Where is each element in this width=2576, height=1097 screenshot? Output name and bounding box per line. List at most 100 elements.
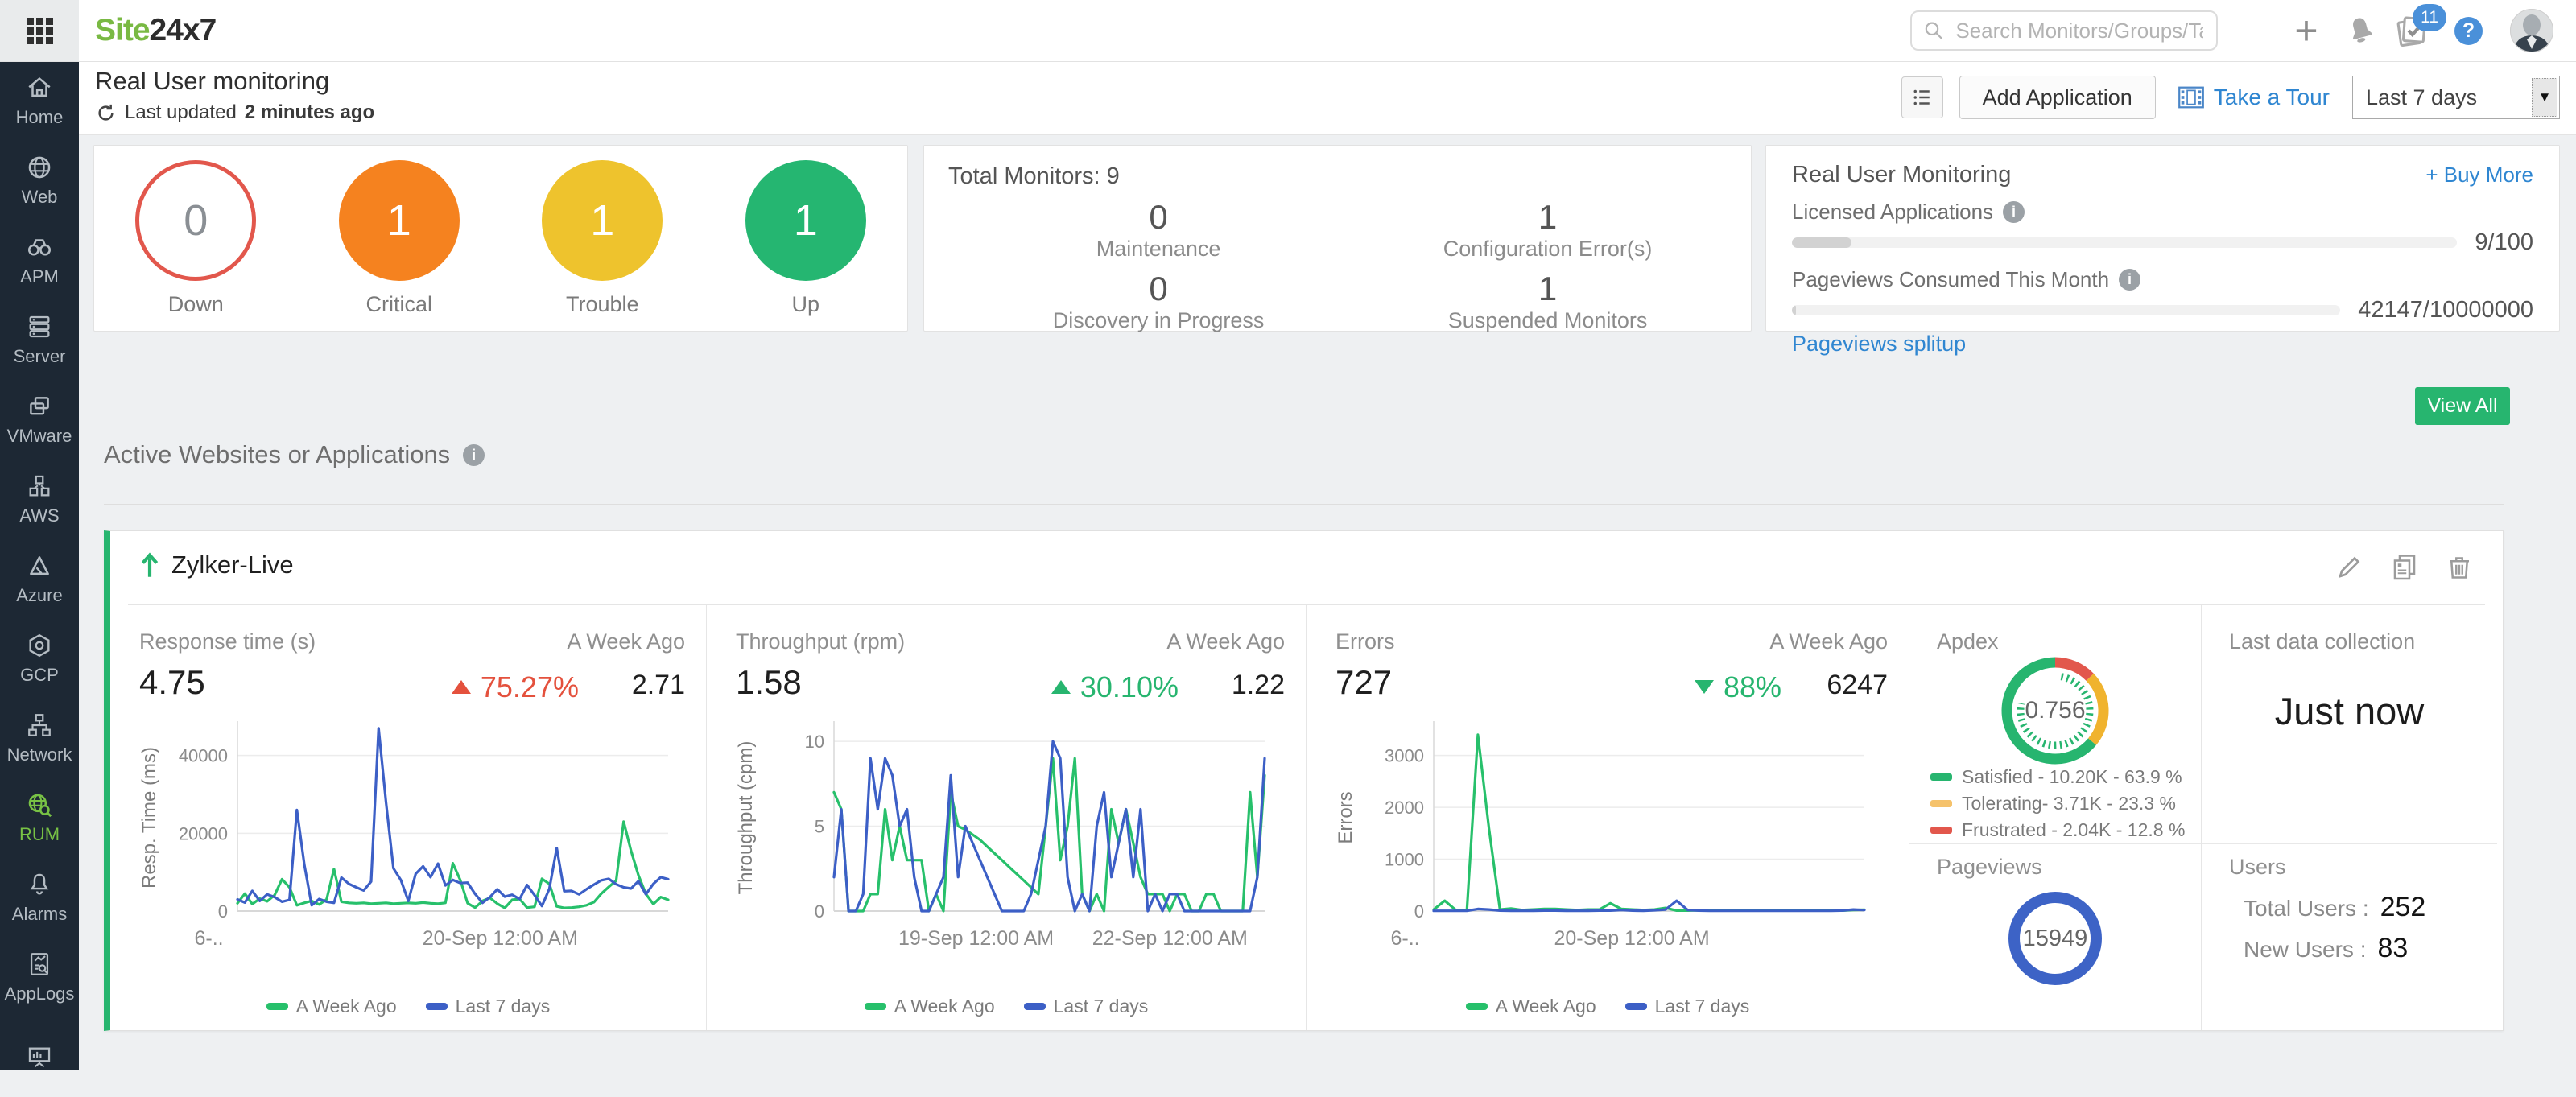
response-time-chart: 02000040000Resp. Time (ms)6-..20-Sep 12:… (125, 713, 688, 963)
server-icon (26, 313, 53, 340)
dashboard-board-icon (26, 1044, 53, 1071)
stat-suspended[interactable]: 1Suspended Monitors (1368, 270, 1727, 333)
compare-label: A Week Ago (567, 629, 685, 654)
pageviews-title: Pageviews (1937, 855, 2042, 880)
buy-more-link[interactable]: + Buy More (2425, 163, 2533, 188)
current-value: 1.58 (736, 663, 802, 702)
pencil-icon (2335, 552, 2364, 581)
refresh-icon[interactable] (95, 102, 117, 124)
status-down[interactable]: 0 Down (135, 160, 256, 317)
app-grid-button[interactable] (0, 0, 79, 61)
apdex-donut-chart: 0.756 (1995, 650, 2116, 771)
time-range-select[interactable]: Last 7 days ▼ (2352, 76, 2560, 119)
legend-item[interactable]: Last 7 days (1024, 996, 1149, 1017)
last-data-value: Just now (2202, 689, 2497, 733)
sidebar-item-web[interactable]: Web (0, 141, 79, 221)
view-all-button[interactable]: View All (2415, 387, 2510, 425)
global-search[interactable] (1910, 10, 2218, 51)
chevron-down-icon[interactable]: ▼ (2532, 78, 2557, 117)
notifications-button[interactable] (2338, 0, 2384, 61)
legend-item[interactable]: A Week Ago (1466, 996, 1596, 1017)
errors-panel: ErrorsA Week Ago 727 88% 6247 0100020003… (1306, 605, 1909, 1030)
sidebar-item-rum[interactable]: RUM (0, 778, 79, 858)
status-trouble[interactable]: 1 Trouble (542, 160, 663, 317)
stat-config-errors[interactable]: 1Configuration Error(s) (1368, 198, 1727, 262)
delta-percent: 88% (1724, 670, 1781, 704)
apdex-panel: Apdex 0.756 Satisfied - 10.20K - 63.9 % … (1909, 605, 2201, 1030)
sidebar-item-more[interactable] (0, 1017, 79, 1097)
page-header: Real User monitoring Last updated 2 minu… (79, 61, 2576, 135)
sidebar-item-applogs[interactable]: AppLogs (0, 938, 79, 1017)
swatch-icon (1930, 773, 1952, 781)
sidebar-item-azure[interactable]: Azure (0, 539, 79, 619)
legend-tolerating: Tolerating- 3.71K - 23.3 % (1930, 793, 2185, 815)
search-input[interactable] (1954, 18, 2205, 44)
info-icon[interactable]: i (2003, 201, 2025, 223)
status-up[interactable]: 1 Up (745, 160, 866, 317)
user-avatar[interactable] (2509, 8, 2554, 57)
legend-item[interactable]: A Week Ago (865, 996, 995, 1017)
avatar-icon (2509, 8, 2554, 53)
vmware-icon (26, 393, 53, 420)
chart-title: Response time (s) (139, 629, 316, 654)
add-monitor-button[interactable]: + (2285, 0, 2328, 61)
main-content: 0 Down 1 Critical 1 Trouble 1 Up Total M… (79, 134, 2576, 1070)
sidebar-item-aws[interactable]: AWS (0, 460, 79, 539)
delta-percent: 75.27% (481, 670, 579, 704)
help-button[interactable]: ? (2454, 17, 2483, 45)
svg-text:22-Sep 12:00 AM: 22-Sep 12:00 AM (1092, 927, 1248, 950)
top-bar: Site24x7 + 11 ? (0, 0, 2576, 62)
sidebar-item-gcp[interactable]: GCP (0, 619, 79, 699)
plus-icon: + (2294, 7, 2318, 54)
current-value: 4.75 (139, 663, 205, 702)
last-data-panel: Last data collection Just now Users Tota… (2201, 605, 2497, 1030)
up-arrow-icon (139, 552, 160, 578)
delete-button[interactable] (2445, 552, 2474, 585)
legend-frustrated: Frustrated - 2.04K - 12.8 % (1930, 819, 2185, 841)
bell-icon (2344, 14, 2378, 47)
sidebar-item-vmware[interactable]: VMware (0, 380, 79, 460)
compare-label: A Week Ago (1769, 629, 1888, 654)
stat-discovery[interactable]: 0Discovery in Progress (948, 270, 1368, 333)
status-critical[interactable]: 1 Critical (339, 160, 460, 317)
take-a-tour-link[interactable]: Take a Tour (2178, 85, 2330, 110)
total-users-row: Total Users :252 (2244, 892, 2425, 923)
list-view-button[interactable] (1901, 76, 1943, 118)
licensed-apps-value: 9/100 (2475, 229, 2533, 256)
site24x7-logo[interactable]: Site24x7 (95, 0, 216, 61)
svg-text:10: 10 (805, 732, 824, 752)
copy-button[interactable] (2390, 552, 2419, 585)
rum-icon (26, 791, 53, 819)
info-icon[interactable]: i (463, 444, 485, 466)
swatch-icon (1930, 827, 1952, 834)
svg-text:15949: 15949 (2023, 926, 2088, 951)
pageviews-splitup-link[interactable]: Pageviews splitup (1792, 332, 1966, 357)
legend-item[interactable]: Last 7 days (426, 996, 551, 1017)
sidebar-item-network[interactable]: Network (0, 699, 79, 778)
svg-text:20000: 20000 (179, 823, 228, 843)
legend-item[interactable]: Last 7 days (1625, 996, 1750, 1017)
page-title: Real User monitoring (95, 67, 329, 96)
sidebar-item-apm[interactable]: APM (0, 221, 79, 300)
add-application-button[interactable]: Add Application (1959, 76, 2156, 119)
total-monitors-card: Total Monitors: 9 0Maintenance 1Configur… (923, 145, 1752, 332)
delta-arrow-icon (1051, 680, 1071, 694)
svg-text:Resp. Time (ms): Resp. Time (ms) (138, 747, 160, 889)
application-link[interactable]: Zylker-Live (139, 551, 294, 579)
svg-text:0: 0 (1414, 901, 1424, 922)
errors-chart: 0100020003000Errors6-..20-Sep 12:00 AM (1321, 713, 1885, 963)
stat-maintenance[interactable]: 0Maintenance (948, 198, 1368, 262)
chart-title: Errors (1335, 629, 1395, 654)
sidebar-item-alarms[interactable]: Alarms (0, 858, 79, 938)
info-icon[interactable]: i (2119, 269, 2140, 291)
svg-text:0: 0 (815, 901, 824, 922)
throughput-chart: 0510Throughput (cpm)19-Sep 12:00 AM22-Se… (721, 713, 1285, 963)
sidebar-item-home[interactable]: Home (0, 61, 79, 141)
legend-item[interactable]: A Week Ago (266, 996, 397, 1017)
licensed-apps-progressbar (1792, 237, 2457, 248)
status-circle-trouble: 1 (542, 160, 663, 281)
edit-button[interactable] (2335, 552, 2364, 585)
svg-text:3000: 3000 (1385, 746, 1424, 766)
sidebar-item-server[interactable]: Server (0, 300, 79, 380)
monitor-status-card: 0 Down 1 Critical 1 Trouble 1 Up (93, 145, 908, 332)
